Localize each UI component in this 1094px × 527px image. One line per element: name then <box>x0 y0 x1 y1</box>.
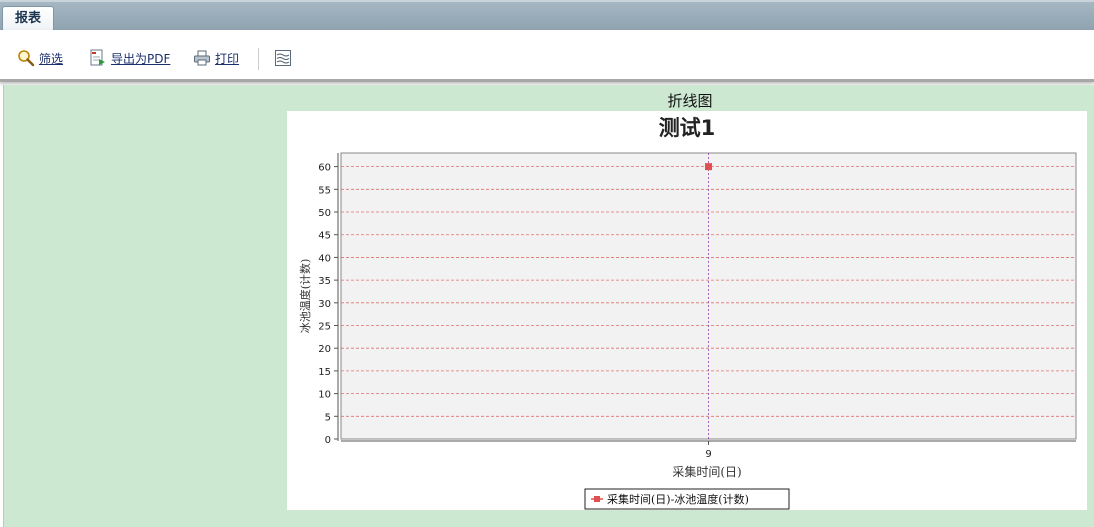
magnifier-icon <box>18 50 35 67</box>
legend-label: 采集时间(日)-冰池温度(计数) <box>607 492 749 506</box>
line-chart: 测试1 0 5 10 15 20 25 30 35 40 45 50 55 60 9 采集时间(日) 冰… <box>298 116 1077 510</box>
legend-marker <box>594 496 600 502</box>
x-axis-ticks: 9 <box>705 441 712 460</box>
y-tick-label: 45 <box>318 231 331 242</box>
print-button[interactable]: 打印 <box>193 48 239 68</box>
y-tick-label: 5 <box>325 412 331 423</box>
filter-label: 筛选 <box>39 51 64 66</box>
data-series <box>705 163 712 171</box>
tab-report[interactable]: 报表 <box>2 6 54 32</box>
x-axis-label: 采集时间(日) <box>672 464 741 479</box>
export-pdf-button[interactable]: 导出为PDF <box>89 48 170 68</box>
filter-button[interactable]: 筛选 <box>17 48 63 68</box>
y-tick-label: 10 <box>318 390 331 401</box>
report-content: 折线图 测试1 0 5 10 15 20 25 30 35 40 45 50 55 60 9 采集时间(… <box>3 85 1094 527</box>
chart-icon <box>275 50 291 66</box>
tab-bar: 报表 <box>0 0 1094 32</box>
toolbar: 筛选 导出为PDF 打印 <box>0 30 1094 82</box>
chart-panel: 测试1 0 5 10 15 20 25 30 35 40 45 50 55 60 9 采集时间(日) 冰… <box>287 111 1087 510</box>
y-axis-label: 冰池温度(计数) <box>298 259 312 334</box>
chart-view-button[interactable] <box>274 48 292 68</box>
y-tick-label: 40 <box>318 253 331 264</box>
print-label: 打印 <box>215 51 240 66</box>
toolbar-separator <box>258 48 259 70</box>
export-pdf-label: 导出为PDF <box>111 51 171 66</box>
y-axis-ticks: 0 5 10 15 20 25 30 35 40 45 50 55 60 <box>318 163 338 446</box>
y-tick-label: 35 <box>318 276 331 287</box>
pdf-export-icon <box>90 49 105 66</box>
chart-caption: 折线图 <box>667 92 713 110</box>
y-tick-label: 15 <box>318 367 331 378</box>
y-tick-label: 25 <box>318 322 331 333</box>
printer-icon <box>194 50 210 66</box>
chart-title: 测试1 <box>659 116 716 140</box>
y-tick-label: 20 <box>318 344 331 355</box>
y-tick-label: 50 <box>318 208 331 219</box>
y-tick-label: 60 <box>318 163 331 174</box>
y-tick-label: 55 <box>318 185 331 196</box>
x-tick-label: 9 <box>705 449 711 460</box>
plot-area <box>340 152 1077 440</box>
y-tick-label: 30 <box>318 299 331 310</box>
legend: 采集时间(日)-冰池温度(计数) <box>584 488 790 510</box>
data-point <box>705 163 712 171</box>
y-tick-label: 0 <box>325 435 331 446</box>
